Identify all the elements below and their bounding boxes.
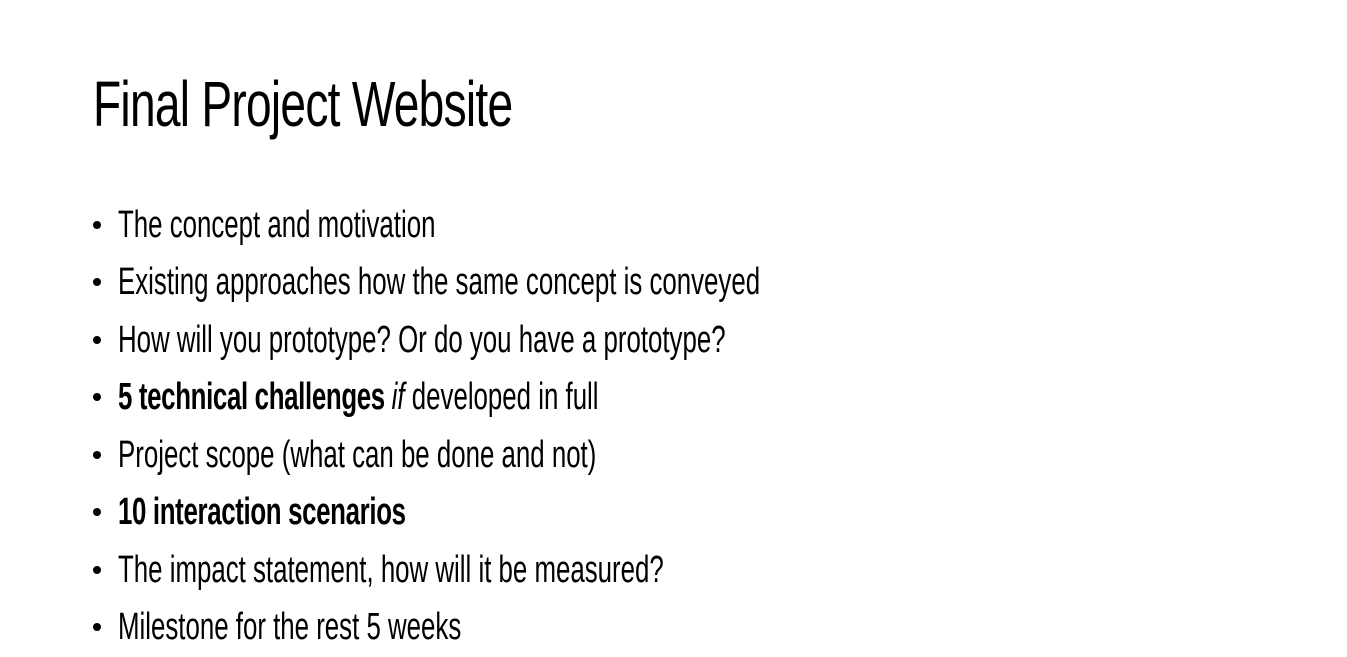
bullet-text-plain: developed in full xyxy=(411,376,599,419)
bullet-dot-icon xyxy=(93,450,101,459)
bullet-text-plain: How will you prototype? Or do you have a… xyxy=(118,318,726,361)
bullet-item: The impact statement, how will it be mea… xyxy=(90,541,1062,599)
bullet-item: How will you prototype? Or do you have a… xyxy=(90,311,1062,369)
bullet-text: 10 interaction scenarios xyxy=(118,489,406,535)
bullet-item: 5 technical challenges if developed in f… xyxy=(90,369,1062,427)
bullet-text-bold: 5 technical challenges xyxy=(118,376,392,419)
bullet-dot-icon xyxy=(93,623,101,632)
bullet-text-plain: Project scope (what can be done and not) xyxy=(118,433,597,476)
bullet-text: How will you prototype? Or do you have a… xyxy=(118,317,726,363)
bullet-item: Milestone for the rest 5 weeks xyxy=(90,599,1062,657)
bullet-text: The impact statement, how will it be mea… xyxy=(118,547,664,593)
bullet-dot-icon xyxy=(93,393,101,402)
bullet-text-plain: Milestone for the rest 5 weeks xyxy=(118,606,462,649)
bullet-item: The concept and motivation xyxy=(90,196,1062,254)
bullet-item: Project scope (what can be done and not) xyxy=(90,426,1062,484)
bullet-item: 10 interaction scenarios xyxy=(90,484,1062,542)
bullet-list: The concept and motivation Existing appr… xyxy=(90,196,1062,656)
bullet-text-plain: The impact statement, how will it be mea… xyxy=(118,548,664,591)
bullet-text-plain: Existing approaches how the same concept… xyxy=(118,261,761,304)
bullet-dot-icon xyxy=(93,278,101,287)
bullet-text: 5 technical challenges if developed in f… xyxy=(118,374,599,420)
bullet-dot-icon xyxy=(93,335,101,344)
bullet-text: Milestone for the rest 5 weeks xyxy=(118,604,461,650)
bullet-text: Existing approaches how the same concept… xyxy=(118,259,760,305)
bullet-text-plain: The concept and motivation xyxy=(118,203,436,246)
bullet-text: The concept and motivation xyxy=(118,202,435,248)
bullet-text-bold: 10 interaction scenarios xyxy=(118,491,406,534)
bullet-text: Project scope (what can be done and not) xyxy=(118,432,596,478)
slide: Final Project Website The concept and mo… xyxy=(0,0,1347,657)
bullet-dot-icon xyxy=(93,508,101,517)
bullet-dot-icon xyxy=(93,565,101,574)
bullet-text-italic: if xyxy=(391,376,412,419)
bullet-item: Existing approaches how the same concept… xyxy=(90,254,1062,312)
slide-title: Final Project Website xyxy=(93,68,513,140)
bullet-dot-icon xyxy=(93,220,101,229)
